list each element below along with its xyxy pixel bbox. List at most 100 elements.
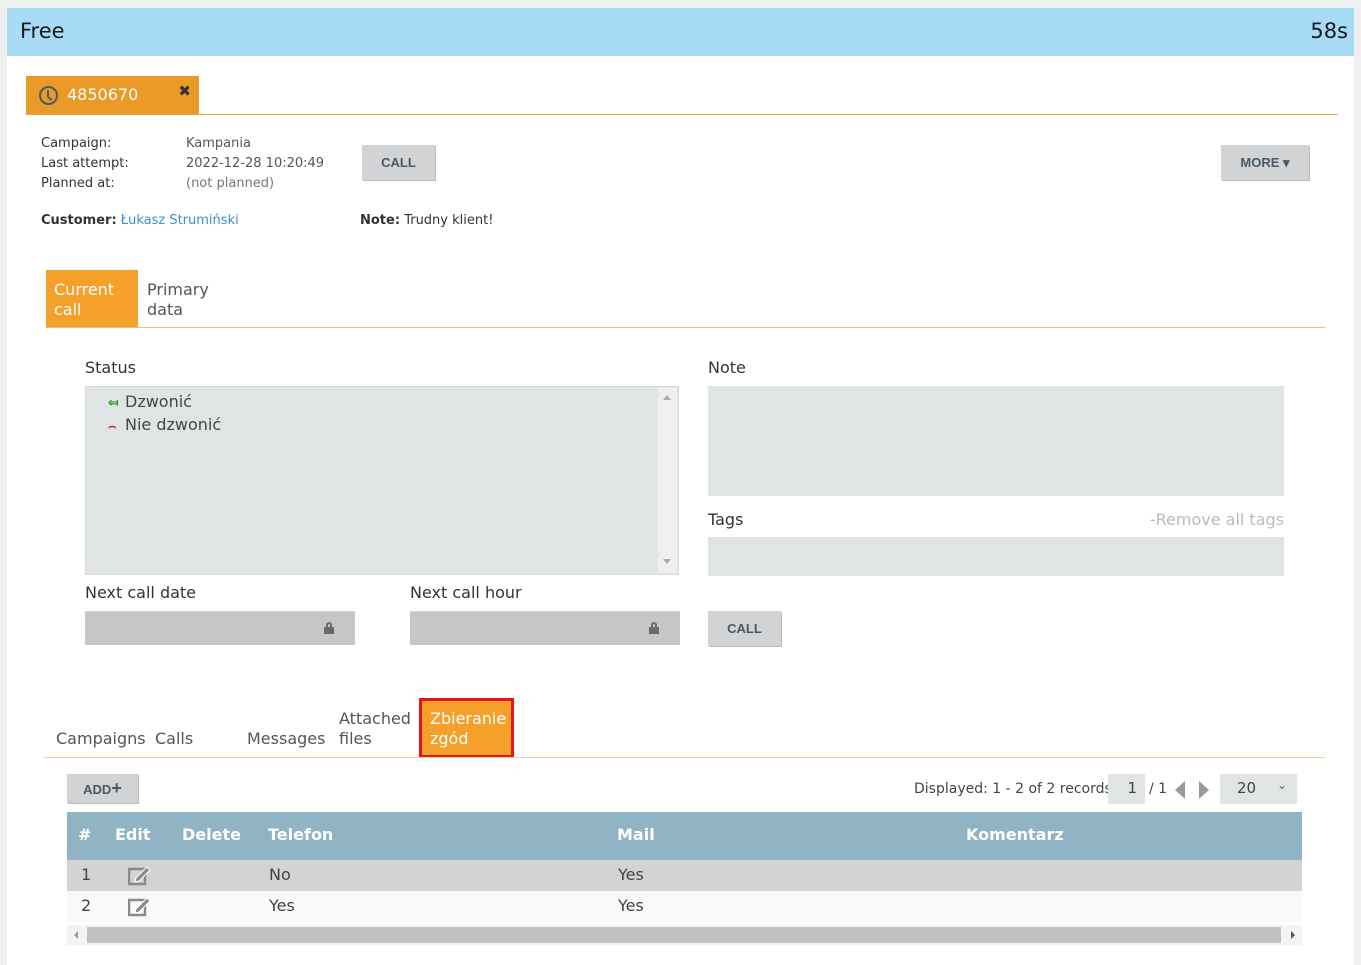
cell-mail: Yes — [618, 865, 644, 884]
tab-label: Messages — [247, 729, 326, 748]
col-telefon[interactable]: Telefon — [268, 825, 333, 844]
add-button[interactable]: ADD+ — [67, 774, 138, 803]
call-form-button[interactable]: CALL — [708, 611, 781, 646]
planned-label: Planned at: — [41, 176, 115, 191]
caret-down-icon: ▾ — [1283, 154, 1290, 170]
records-count: Displayed: 1 - 2 of 2 records — [914, 781, 1112, 797]
agent-panel: Free 58s 4850670 ✖ Campaign: Kampania La… — [7, 8, 1354, 965]
remove-all-tags-link[interactable]: -Remove all tags — [1150, 510, 1284, 529]
campaign-label: Campaign: — [41, 136, 112, 151]
cell-mail: Yes — [618, 896, 644, 915]
next-page-icon[interactable] — [1199, 781, 1209, 799]
last-attempt-value: 2022-12-28 10:20:49 — [186, 156, 325, 171]
tags-input[interactable] — [708, 537, 1284, 576]
status-list[interactable]: ⤆ Dzwonić ⌢ Nie dzwonić — [85, 386, 679, 575]
tab-zbieranie-zgod[interactable]: Zbieranie zgód — [419, 698, 514, 758]
tab-label: files — [339, 729, 372, 748]
per-page-value: 20 — [1237, 779, 1257, 797]
more-button[interactable]: MORE ▾ — [1221, 145, 1309, 180]
planned-value: (not planned) — [186, 176, 275, 191]
table-header: # Edit Delete Telefon Mail Komentarz — [67, 812, 1302, 860]
note-label: Note: — [360, 213, 401, 228]
per-page-select[interactable]: 20 ⌄ — [1220, 774, 1297, 804]
chevron-down-icon: ⌄ — [1276, 778, 1287, 792]
tab-label: Attached — [339, 709, 411, 728]
tab-label: Current — [54, 280, 115, 299]
page-total: / 1 — [1149, 781, 1168, 797]
customer-label: Customer: — [41, 213, 117, 228]
status-label: Status — [85, 358, 136, 377]
tab-label: Campaigns — [56, 729, 146, 748]
note-field-label: Note — [708, 358, 746, 377]
next-call-date-field[interactable] — [85, 611, 355, 645]
tab-messages[interactable]: Messages — [247, 698, 325, 758]
next-call-hour-label: Next call hour — [410, 583, 522, 602]
tab-label: Zbieranie — [430, 709, 507, 728]
edit-icon[interactable] — [127, 895, 152, 917]
note-value: Trudny klient! — [404, 213, 494, 228]
tab-label: Primary — [147, 280, 209, 299]
next-call-date-label: Next call date — [85, 583, 197, 602]
scrollbar-thumb[interactable] — [87, 927, 1281, 943]
lock-icon — [324, 622, 334, 634]
page-input[interactable]: 1 — [1108, 774, 1145, 804]
note-textarea[interactable] — [708, 386, 1284, 496]
status-option-nie-dzwonic[interactable]: ⌢ Nie dzwonić — [108, 415, 221, 434]
col-mail[interactable]: Mail — [617, 825, 655, 844]
table-row[interactable]: 1 No Yes — [67, 860, 1302, 891]
edit-icon[interactable] — [127, 864, 152, 886]
next-call-hour-field[interactable] — [410, 611, 680, 645]
table-row[interactable]: 2 Yes Yes — [67, 891, 1302, 922]
scroll-down-icon[interactable] — [663, 559, 671, 564]
campaign-value: Kampania — [186, 136, 251, 151]
tab-primary-data[interactable]: Primary data — [139, 270, 229, 327]
col-komentarz[interactable]: Komentarz — [966, 825, 1064, 844]
tab-divider — [46, 327, 1325, 328]
phone-answer-icon: ⤆ — [108, 396, 119, 411]
call-button[interactable]: CALL — [362, 145, 435, 180]
scroll-up-icon[interactable] — [663, 395, 671, 400]
tab-label: zgód — [430, 729, 469, 748]
col-delete: Delete — [182, 825, 241, 844]
phone-hangup-icon: ⌢ — [108, 419, 117, 434]
cell-number: 1 — [81, 865, 92, 884]
status-scrollbar[interactable] — [658, 388, 677, 573]
plus-icon: + — [111, 778, 122, 798]
call-number: 4850670 — [67, 85, 139, 104]
tab-label: data — [147, 300, 184, 319]
col-edit: Edit — [115, 825, 151, 844]
clock-icon — [39, 86, 58, 105]
table-horizontal-scrollbar[interactable] — [67, 925, 1302, 945]
agent-status-bar: Free 58s — [7, 8, 1354, 56]
tab-calls[interactable]: Calls — [155, 698, 200, 758]
call-note: Note: Trudny klient! — [360, 213, 493, 228]
tab-divider — [26, 114, 1338, 115]
prev-page-icon[interactable] — [1175, 781, 1185, 799]
tab-label: call — [54, 300, 82, 319]
customer-info: Customer: Łukasz Strumiński — [41, 213, 239, 228]
cell-telefon: Yes — [269, 896, 295, 915]
tab-label: Calls — [155, 729, 194, 748]
scroll-left-icon[interactable] — [74, 931, 78, 939]
customer-link[interactable]: Łukasz Strumiński — [121, 213, 239, 228]
add-label: ADD — [83, 782, 112, 797]
status-option-label: Nie dzwonić — [125, 415, 222, 434]
agent-status: Free — [20, 19, 65, 43]
tab-campaigns[interactable]: Campaigns — [56, 698, 146, 758]
cell-number: 2 — [81, 896, 92, 915]
call-tab[interactable]: 4850670 ✖ — [26, 76, 199, 114]
lock-icon — [649, 622, 659, 634]
status-option-label: Dzwonić — [125, 392, 192, 411]
col-number: # — [78, 825, 92, 844]
tags-label: Tags — [708, 510, 744, 529]
scroll-right-icon[interactable] — [1291, 931, 1295, 939]
more-label: MORE — [1240, 154, 1280, 170]
tab-current-call[interactable]: Current call — [46, 270, 138, 327]
status-option-dzwonic[interactable]: ⤆ Dzwonić — [108, 392, 192, 411]
cell-telefon: No — [269, 865, 291, 884]
tab-divider — [44, 757, 1325, 758]
tab-attached-files[interactable]: Attached files — [339, 698, 411, 758]
close-icon[interactable]: ✖ — [178, 82, 191, 100]
status-timer: 58s — [1310, 19, 1348, 43]
last-attempt-label: Last attempt: — [41, 156, 129, 171]
